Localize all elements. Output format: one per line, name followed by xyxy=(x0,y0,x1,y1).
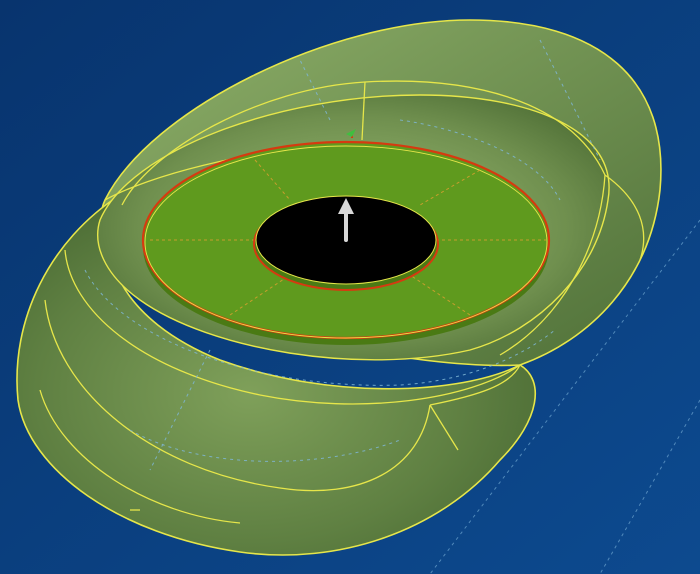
3d-viewport[interactable] xyxy=(0,0,700,574)
model-canvas[interactable] xyxy=(0,0,700,574)
